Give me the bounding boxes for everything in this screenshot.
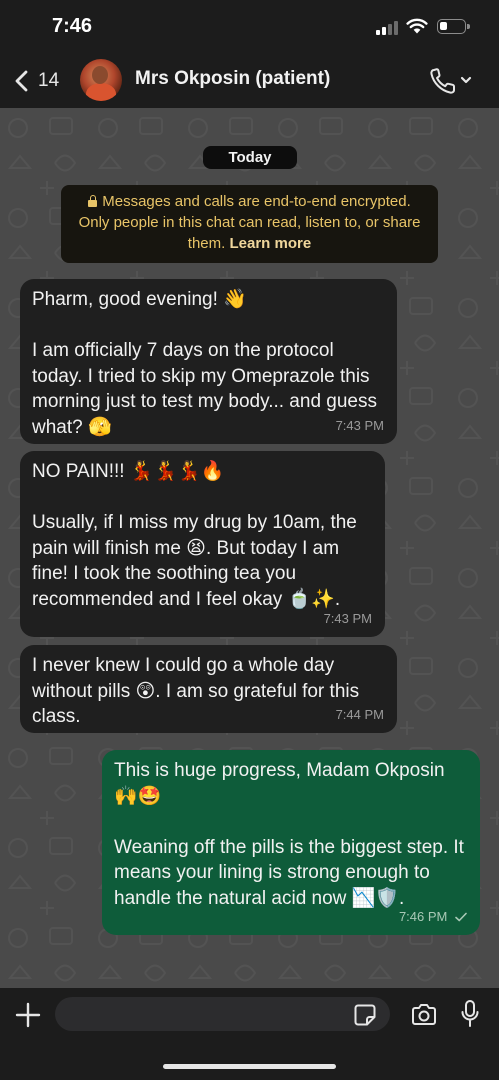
message-bubble-incoming[interactable]: I never knew I could go a whole day with… xyxy=(20,645,397,733)
battery-icon xyxy=(437,19,470,34)
message-text: I never knew I could go a whole day with… xyxy=(32,655,360,727)
message-text: This is huge progress, Madam Okposin 🙌🤩 … xyxy=(114,760,464,909)
message-text: Pharm, good evening! 👋 I am officially 7… xyxy=(32,289,377,438)
back-chevron-icon xyxy=(15,70,28,92)
status-bar: 7:46 xyxy=(0,0,499,52)
call-icon[interactable] xyxy=(428,66,474,96)
sent-tick-icon xyxy=(455,912,467,921)
message-input[interactable] xyxy=(55,997,390,1031)
message-bubble-outgoing[interactable]: This is huge progress, Madam Okposin 🙌🤩 … xyxy=(102,750,480,935)
encryption-notice[interactable]: Messages and calls are end-to-end encryp… xyxy=(61,185,438,263)
home-indicator xyxy=(163,1064,336,1069)
message-time: 7:43 PM xyxy=(323,610,372,626)
wifi-icon xyxy=(406,18,428,34)
signal-icon xyxy=(376,21,400,35)
camera-icon[interactable] xyxy=(410,1003,438,1027)
learn-more-link[interactable]: Learn more xyxy=(229,235,311,252)
avatar[interactable] xyxy=(80,59,122,101)
status-time: 7:46 xyxy=(52,15,93,37)
message-time: 7:44 PM xyxy=(335,706,384,722)
mic-icon[interactable] xyxy=(460,999,480,1029)
chat-header: 14 Mrs Okposin (patient) xyxy=(0,52,499,108)
unread-count: 14 xyxy=(38,70,60,91)
message-time-status: 7:46 PM xyxy=(399,904,467,930)
lock-icon xyxy=(88,195,98,207)
plus-icon[interactable] xyxy=(14,1001,42,1029)
message-bubble-incoming[interactable]: NO PAIN!!! 💃💃💃🔥 Usually, if I miss my dr… xyxy=(20,451,385,637)
back-button[interactable]: 14 xyxy=(10,64,59,98)
message-time: 7:46 PM xyxy=(398,908,448,924)
sticker-icon[interactable] xyxy=(353,1003,377,1027)
input-bar xyxy=(0,988,499,1080)
contact-name[interactable]: Mrs Okposin (patient) xyxy=(135,68,330,90)
message-bubble-incoming[interactable]: Pharm, good evening! 👋 I am officially 7… xyxy=(20,279,397,444)
chat-area[interactable]: Today Messages and calls are end-to-end … xyxy=(0,108,499,988)
date-pill: Today xyxy=(203,146,297,169)
message-text: NO PAIN!!! 💃💃💃🔥 Usually, if I miss my dr… xyxy=(32,461,357,610)
message-time: 7:43 PM xyxy=(335,417,384,433)
